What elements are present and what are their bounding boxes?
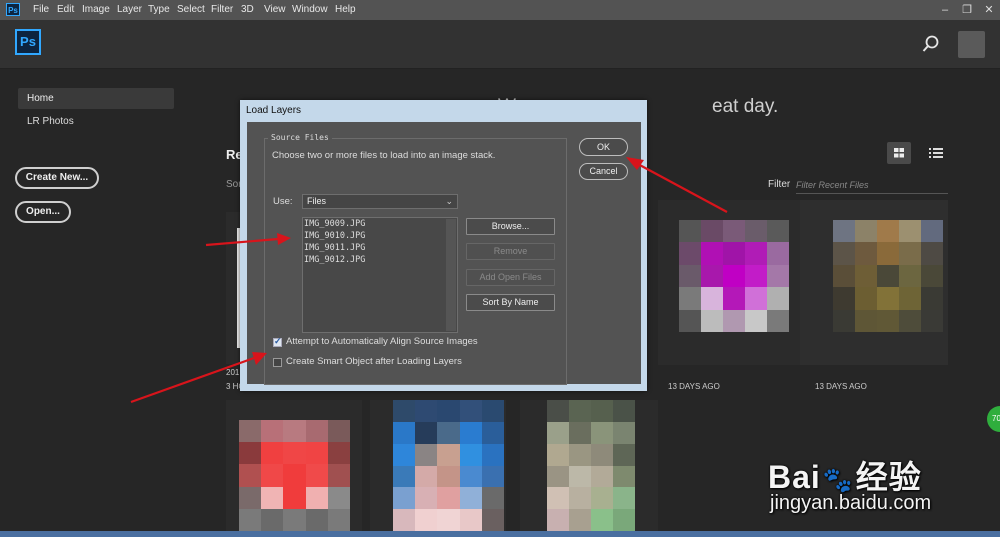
watermark-brand-cn: 经验	[855, 459, 922, 495]
watermark-url: jingyan.baidu.com	[770, 492, 932, 514]
taskbar	[0, 531, 1000, 537]
watermark-brand-latin: Bai	[768, 459, 821, 495]
paw-icon: 🐾	[822, 467, 854, 494]
